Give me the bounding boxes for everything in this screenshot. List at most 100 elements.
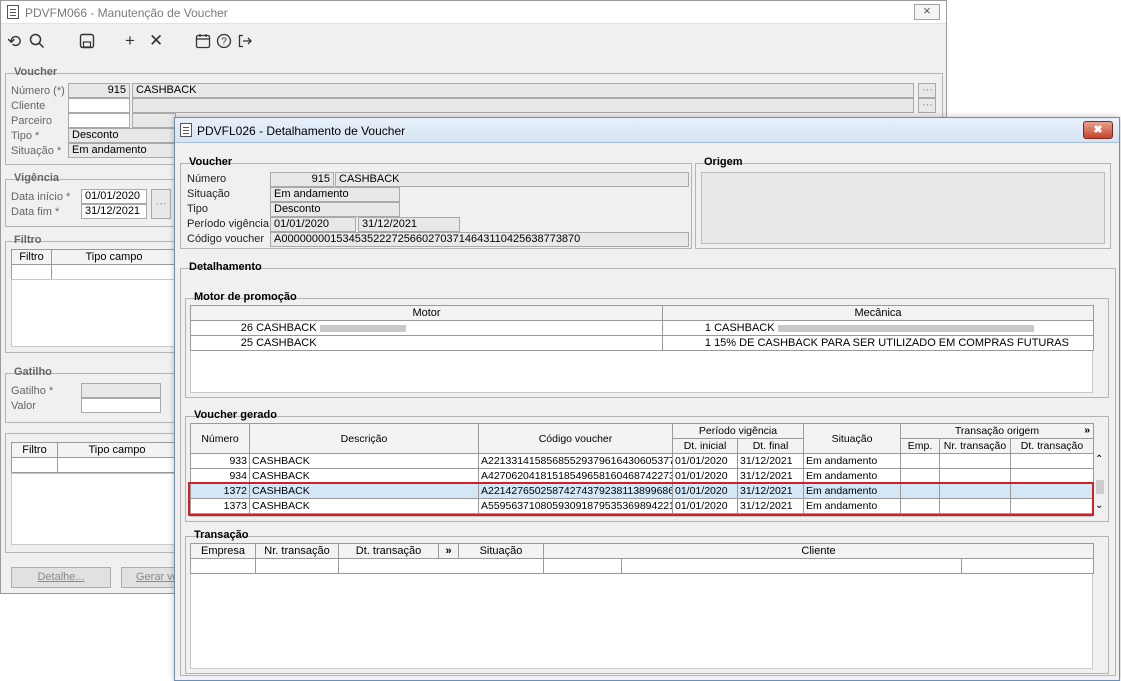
col-numero[interactable]: Número [190, 423, 250, 454]
col-empresa[interactable]: Empresa [190, 543, 256, 559]
origem-legend: Origem [704, 156, 743, 168]
table-cell[interactable]: 933 [190, 453, 250, 469]
delete-icon[interactable]: ✕ [149, 32, 163, 49]
table-cell[interactable] [1009, 453, 1095, 469]
lookup-button[interactable]: ⋯ [918, 83, 936, 98]
col-nr-transacao[interactable]: Nr. transação [255, 543, 339, 559]
table-cell[interactable] [939, 453, 1011, 469]
calendar-icon[interactable] [195, 33, 211, 52]
col-tipo-campo[interactable]: Tipo campo [51, 249, 177, 265]
table-cell[interactable] [621, 558, 962, 574]
table-cell[interactable] [900, 453, 940, 469]
table-cell[interactable]: Em andamento [803, 453, 901, 469]
table-cell[interactable]: 1 CASHBACK [662, 320, 1094, 336]
col-transacao-origem[interactable]: Transação origem » [899, 423, 1095, 439]
table-cell[interactable] [57, 457, 177, 473]
voucher-gerado-legend: Voucher gerado [194, 409, 277, 421]
numero-description-field: CASHBACK [132, 83, 914, 98]
table-cell[interactable] [255, 558, 339, 574]
cliente-field[interactable] [68, 98, 130, 113]
date-picker-button[interactable]: ⋯ [151, 189, 171, 219]
tipo-field[interactable]: Desconto [68, 128, 176, 143]
table-cell[interactable] [11, 457, 58, 473]
exit-icon[interactable] [237, 33, 253, 52]
valor-field[interactable] [81, 398, 161, 413]
col-codigo-voucher[interactable]: Código voucher [478, 423, 673, 454]
table-cell[interactable]: 31/12/2021 [737, 453, 804, 469]
col-situacao[interactable]: Situação [458, 543, 544, 559]
filtro-table: Filtro Tipo campo [11, 249, 177, 280]
parceiro-field[interactable] [68, 113, 130, 128]
cliente-lookup-button[interactable]: ⋯ [918, 98, 936, 113]
table-cell[interactable] [338, 558, 544, 574]
periodo-vigencia-label: Período vigência [187, 218, 269, 230]
close-button[interactable]: ✖ [1083, 121, 1113, 139]
scrollbar-thumb[interactable] [1096, 480, 1104, 494]
data-fim-field[interactable]: 31/12/2021 [81, 204, 147, 219]
col-descricao[interactable]: Descrição [249, 423, 479, 454]
undo-icon[interactable]: ⟲ [7, 33, 21, 50]
col-periodo-vigencia[interactable]: Período vigência [672, 423, 804, 439]
table-row[interactable]: 26 CASHBACK 1 CASHBACK [190, 320, 1094, 336]
motor-table: Motor Mecânica 26 CASHBACK 1 CASHBACK 25… [190, 305, 1094, 351]
periodo-fim-field: 31/12/2021 [358, 217, 460, 232]
col-tipo-campo[interactable]: Tipo campo [57, 442, 177, 458]
col-emp[interactable]: Emp. [900, 438, 940, 454]
table-row[interactable] [190, 558, 1095, 574]
add-icon[interactable]: + [125, 32, 135, 49]
table-cell[interactable]: 26 CASHBACK [190, 320, 663, 336]
table-cell[interactable] [11, 264, 52, 280]
col-filtro[interactable]: Filtro [11, 249, 52, 265]
table-cell[interactable]: 01/01/2020 [672, 453, 738, 469]
filtro-legend: Filtro [14, 234, 42, 246]
redacted-text [777, 324, 1034, 332]
col-dt-transacao[interactable]: Dt. transação [338, 543, 439, 559]
scroll-down-icon[interactable]: ⌄ [1095, 500, 1103, 511]
gerar-voucher-button[interactable]: Gerar vo [121, 567, 181, 588]
title-bar[interactable]: PDVFL026 - Detalhamento de Voucher ✖ [175, 118, 1119, 143]
title-bar[interactable]: PDVFM066 - Manutenção de Voucher ⨯ [1, 1, 946, 24]
scroll-up-icon[interactable]: ⌃ [1095, 454, 1103, 465]
col-filtro[interactable]: Filtro [11, 442, 58, 458]
valor-label: Valor [11, 400, 36, 412]
vertical-scrollbar[interactable]: ⌃ ⌄ [1095, 454, 1105, 516]
tipo-label: Tipo * [11, 130, 40, 142]
col-mecanica[interactable]: Mecânica [662, 305, 1094, 321]
table-row[interactable]: 933 CASHBACK A22133141585685529379616430… [190, 453, 1095, 469]
svg-text:?: ? [221, 37, 227, 48]
col-motor[interactable]: Motor [190, 305, 663, 321]
col-dt-final[interactable]: Dt. final [737, 438, 804, 454]
table-cell[interactable]: 25 CASHBACK [190, 335, 663, 351]
table-cell[interactable] [51, 264, 177, 280]
transacao-origem-label: Transação origem [954, 425, 1040, 437]
window-title: PDVFL026 - Detalhamento de Voucher [197, 124, 406, 138]
col-nr-transacao[interactable]: Nr. transação [939, 438, 1011, 454]
table-cell[interactable]: CASHBACK [249, 453, 479, 469]
situacao-field[interactable]: Em andamento [68, 143, 176, 158]
search-icon[interactable] [29, 33, 45, 53]
table-cell[interactable] [543, 558, 622, 574]
col-cliente[interactable]: Cliente [542, 543, 1095, 559]
highlight-box [188, 482, 1094, 516]
table-cell[interactable] [960, 558, 1095, 574]
expand-columns-icon[interactable]: » [438, 543, 459, 559]
save-icon[interactable] [79, 33, 95, 52]
table-cell[interactable] [190, 558, 256, 574]
expand-columns-icon[interactable]: » [1084, 425, 1090, 437]
col-situacao[interactable]: Situação [803, 423, 901, 454]
col-dt-inicial[interactable]: Dt. inicial [672, 438, 738, 454]
table-cell[interactable]: A221331415856855293796164306053774 [478, 453, 673, 469]
close-button[interactable]: ⨯ [914, 4, 940, 20]
numero-field[interactable]: 915 [68, 83, 130, 98]
gatilho-field[interactable] [81, 383, 161, 398]
help-icon[interactable]: ? [216, 33, 232, 52]
detalhe-button[interactable]: Detalhe... [11, 567, 111, 588]
mecanica-number: 1 [704, 337, 711, 349]
table-cell[interactable]: 1 15% DE CASHBACK PARA SER UTILIZADO EM … [662, 335, 1094, 351]
data-inicio-field[interactable]: 01/01/2020 [81, 189, 147, 204]
table-row[interactable]: 25 CASHBACK 1 15% DE CASHBACK PARA SER U… [190, 335, 1094, 351]
col-dt-transacao[interactable]: Dt. transação [1009, 438, 1095, 454]
gatilho-label: Gatilho * [11, 385, 54, 397]
motor-promocao-legend: Motor de promoção [194, 291, 297, 303]
transacao-table: Empresa Nr. transação Dt. transação » Si… [190, 543, 1095, 574]
